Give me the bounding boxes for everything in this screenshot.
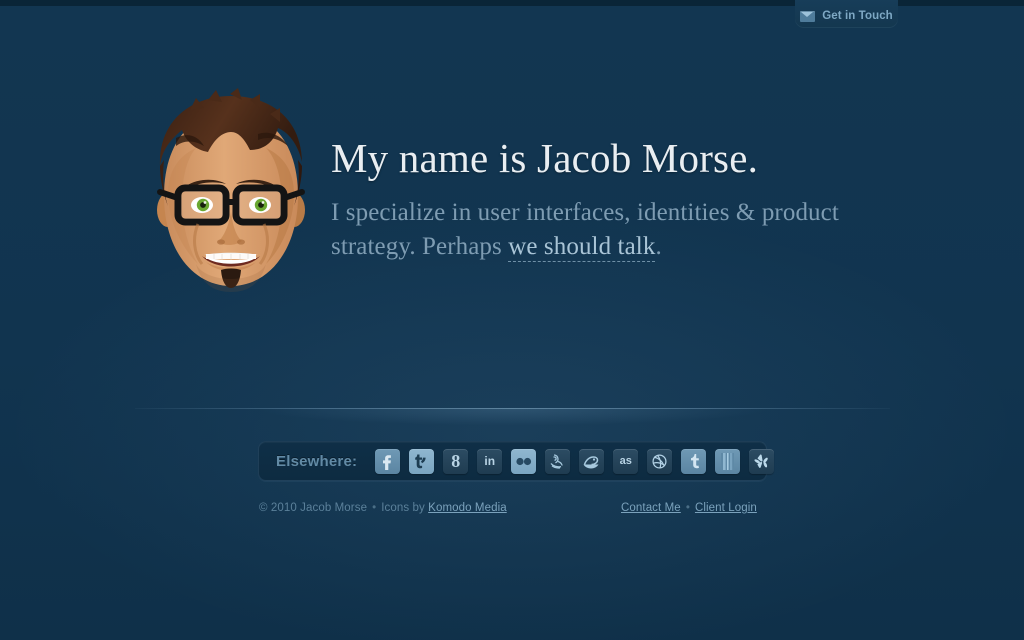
yelp-icon[interactable] — [749, 448, 775, 474]
page-title: My name is Jacob Morse. — [331, 135, 759, 181]
footer-left: © 2010 Jacob Morse • Icons by Komodo Media — [259, 502, 507, 514]
section-divider — [135, 408, 890, 409]
envelope-icon — [800, 10, 816, 22]
tagline-part2: . — [655, 233, 662, 260]
flickr-icon[interactable] — [511, 448, 537, 474]
hero-text: My name is Jacob Morse. I specialize in … — [331, 138, 891, 264]
get-in-touch-tab[interactable]: Get in Touch — [795, 0, 898, 28]
tumblr-icon[interactable] — [681, 448, 707, 474]
avatar — [146, 88, 316, 300]
linkedin-icon[interactable]: in — [477, 448, 503, 474]
hero-tagline: I specialize in user interfaces, identit… — [331, 196, 891, 264]
lastfm-icon[interactable]: as — [613, 448, 639, 474]
google-icon[interactable]: 8 — [443, 448, 469, 474]
copyright-text: © 2010 Jacob Morse — [259, 502, 368, 514]
dribbble-icon[interactable] — [647, 448, 673, 474]
client-login-link[interactable]: Client Login — [695, 502, 757, 514]
facebook-icon[interactable] — [375, 448, 401, 474]
beanstalk-icon[interactable] — [545, 448, 571, 474]
footer-separator: • — [372, 502, 377, 514]
footer-right: Contact Me • Client Login — [621, 502, 757, 514]
get-in-touch-label: Get in Touch — [822, 10, 893, 22]
we-should-talk-link[interactable]: we should talk — [508, 233, 656, 262]
contact-me-link[interactable]: Contact Me — [621, 502, 681, 514]
elsewhere-bar: Elsewhere: 8 in as — [258, 441, 775, 481]
gowalla-icon[interactable] — [715, 448, 741, 474]
linkedin-glyph: in — [484, 454, 496, 468]
footer-separator-2: • — [685, 502, 690, 514]
basecamp-icon[interactable] — [579, 448, 605, 474]
komodo-media-link[interactable]: Komodo Media — [428, 502, 507, 514]
hero-section: My name is Jacob Morse. I specialize in … — [0, 88, 1024, 318]
google-glyph: 8 — [451, 451, 461, 471]
elsewhere-label: Elsewhere: — [276, 452, 358, 470]
twitter-icon[interactable] — [409, 448, 435, 474]
icons-credit-prefix: Icons by — [381, 502, 429, 514]
lastfm-glyph: as — [619, 454, 632, 467]
